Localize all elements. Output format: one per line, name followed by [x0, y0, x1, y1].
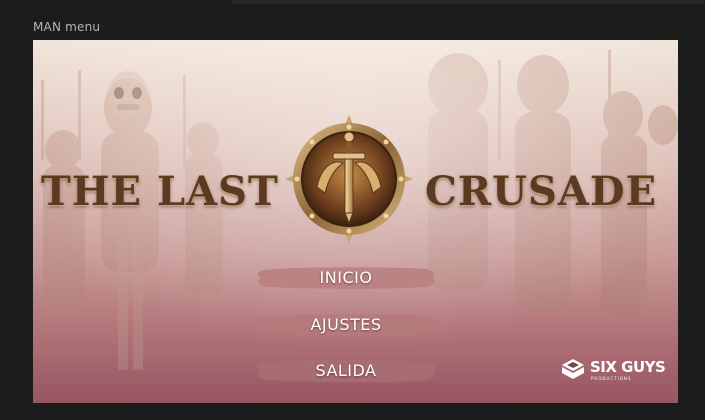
studio-name: SIX GUYS — [590, 358, 666, 376]
settings-button-label: AJUSTES — [310, 315, 382, 334]
start-button-label: INICIO — [319, 268, 373, 287]
sword-shield-emblem-icon — [285, 115, 413, 243]
game-title-left: THE LAST — [41, 168, 279, 215]
studio-logo: SIX GUYS PRODUCTIONS — [560, 355, 666, 385]
top-strip — [232, 0, 705, 4]
six-guys-logo-icon — [562, 359, 584, 379]
window-title: MAN menu — [33, 20, 101, 34]
studio-subtitle: PRODUCTIONS — [591, 376, 632, 381]
exit-button[interactable]: SALIDA — [251, 356, 441, 386]
game-title-right: CRUSADE — [425, 168, 658, 215]
settings-button[interactable]: AJUSTES — [251, 310, 441, 340]
start-button[interactable]: INICIO — [251, 263, 441, 293]
game-screen: THE LAST CRUSADE INICIO AJUSTES SALIDA S… — [33, 40, 678, 403]
exit-button-label: SALIDA — [315, 361, 377, 380]
application-frame: MAN menu THE LAST CRUSADE INICIO AJUSTES… — [0, 0, 705, 420]
